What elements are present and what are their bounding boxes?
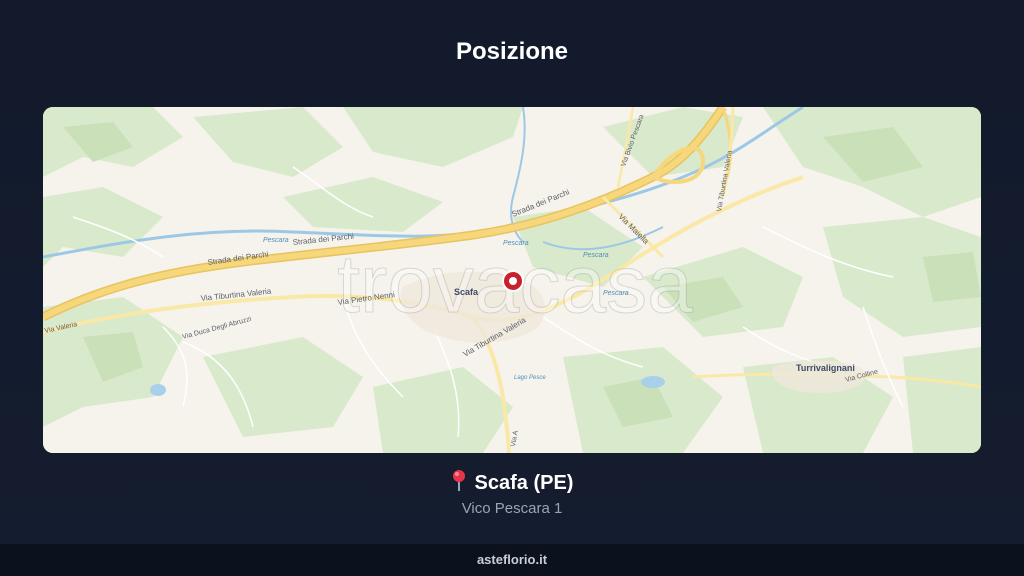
footer: asteflorio.it [0, 544, 1024, 576]
label-village-turrivalignani: Turrivalignani [796, 363, 855, 373]
footer-site: asteflorio.it [476, 552, 548, 567]
pushpin-icon [452, 470, 465, 491]
lake-pesce [641, 376, 665, 388]
location-pin-icon[interactable] [502, 270, 524, 292]
label-river-pescara-4: Pescara [603, 290, 629, 297]
label-river-pescara-3: Pescara [583, 252, 609, 259]
location-name-row: Scafa (PE) [0, 470, 1024, 495]
map[interactable]: trovacasa Strada dei Parchi Strada dei P… [43, 107, 981, 453]
page-title: Posizione [455, 38, 569, 65]
label-river-pescara-1: Pescara [263, 237, 289, 244]
label-river-pescara-2: Pescara [503, 240, 529, 247]
label-town-scafa: Scafa [454, 287, 479, 297]
small-pond [150, 384, 166, 396]
location-name: Scafa (PE) [474, 472, 574, 494]
page: Posizione Strada dei Parchi Strada dei P… [0, 0, 1024, 576]
map-canvas[interactable]: trovacasa Strada dei Parchi Strada dei P… [43, 107, 981, 453]
label-lake-pesce: Lago Pesce [514, 375, 546, 381]
location-address: Vico Pescara 1 [461, 500, 563, 517]
